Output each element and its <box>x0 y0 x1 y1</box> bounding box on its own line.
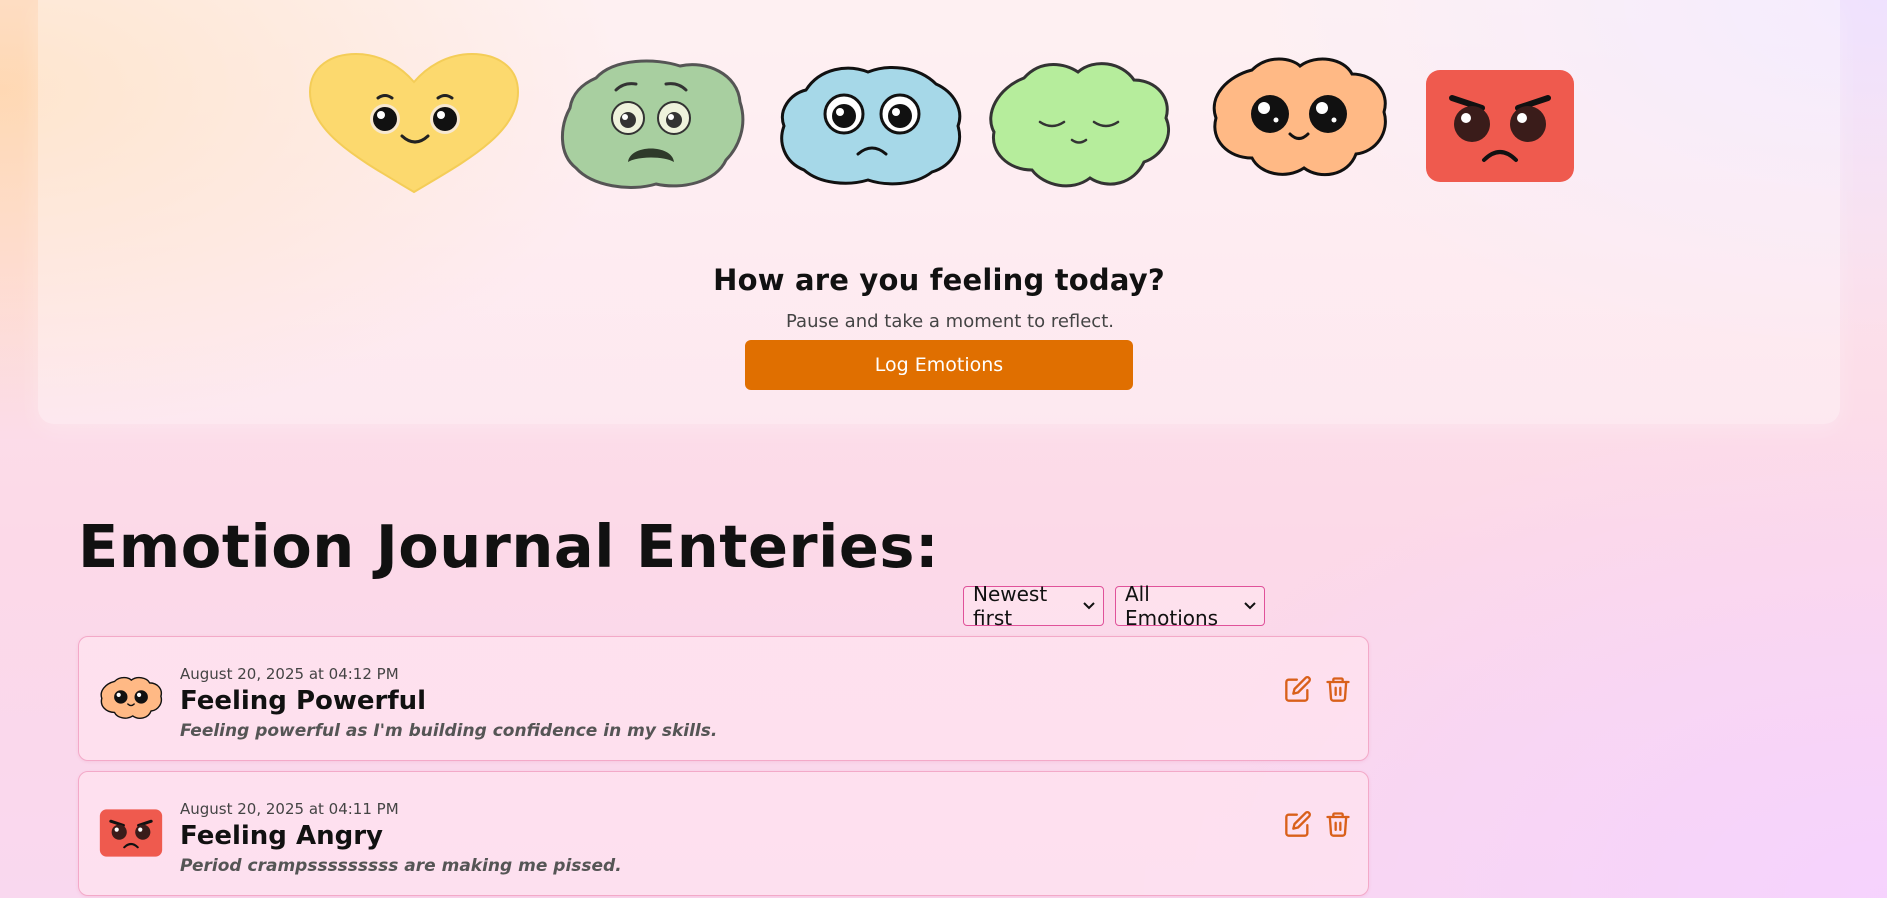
emotion-faces-row <box>38 50 1840 200</box>
journal-entry: August 20, 2025 at 04:12 PM Feeling Powe… <box>78 636 1369 761</box>
hero-section: How are you feeling today? Pause and tak… <box>38 0 1840 424</box>
entry-actions <box>1284 675 1352 703</box>
blob-anxious-face-icon <box>556 56 748 194</box>
square-angry-face-icon <box>99 805 163 865</box>
entry-note: Period crampsssssssss are making me piss… <box>180 856 622 876</box>
journal-title: Emotion Journal Enteries: <box>78 512 940 581</box>
edit-icon[interactable] <box>1284 810 1312 838</box>
chevron-down-icon <box>1083 599 1095 614</box>
delete-icon[interactable] <box>1324 810 1352 838</box>
entry-date: August 20, 2025 at 04:12 PM <box>180 665 399 683</box>
square-angry-face-icon <box>1424 68 1576 184</box>
entry-title: Feeling Angry <box>180 821 383 851</box>
hero-subtitle: Pause and take a moment to reflect. <box>786 311 1114 332</box>
entry-actions <box>1284 810 1352 838</box>
chevron-down-icon <box>1244 599 1256 614</box>
entry-title: Feeling Powerful <box>180 686 427 716</box>
log-emotions-button[interactable]: Log Emotions <box>745 340 1133 390</box>
hero-title: How are you feeling today? <box>713 263 1165 297</box>
flower-powerful-face-icon <box>99 670 163 730</box>
entry-note: Feeling powerful as I'm building confide… <box>180 721 718 741</box>
sort-select[interactable]: Newest first <box>963 582 1104 630</box>
emotion-filter-select[interactable]: All Emotions <box>1115 582 1265 630</box>
flower-powerful-face-icon <box>1208 54 1390 180</box>
edit-icon[interactable] <box>1284 675 1312 703</box>
filter-select-value: All Emotions <box>1125 582 1219 630</box>
journal-entry: August 20, 2025 at 04:11 PM Feeling Angr… <box>78 771 1369 896</box>
heart-happy-face-icon <box>304 52 524 196</box>
delete-icon[interactable] <box>1324 675 1352 703</box>
cloud-sad-face-icon <box>776 62 964 188</box>
flower-calm-face-icon <box>984 58 1174 192</box>
sort-select-value: Newest first <box>973 582 1048 630</box>
entry-date: August 20, 2025 at 04:11 PM <box>180 800 399 818</box>
